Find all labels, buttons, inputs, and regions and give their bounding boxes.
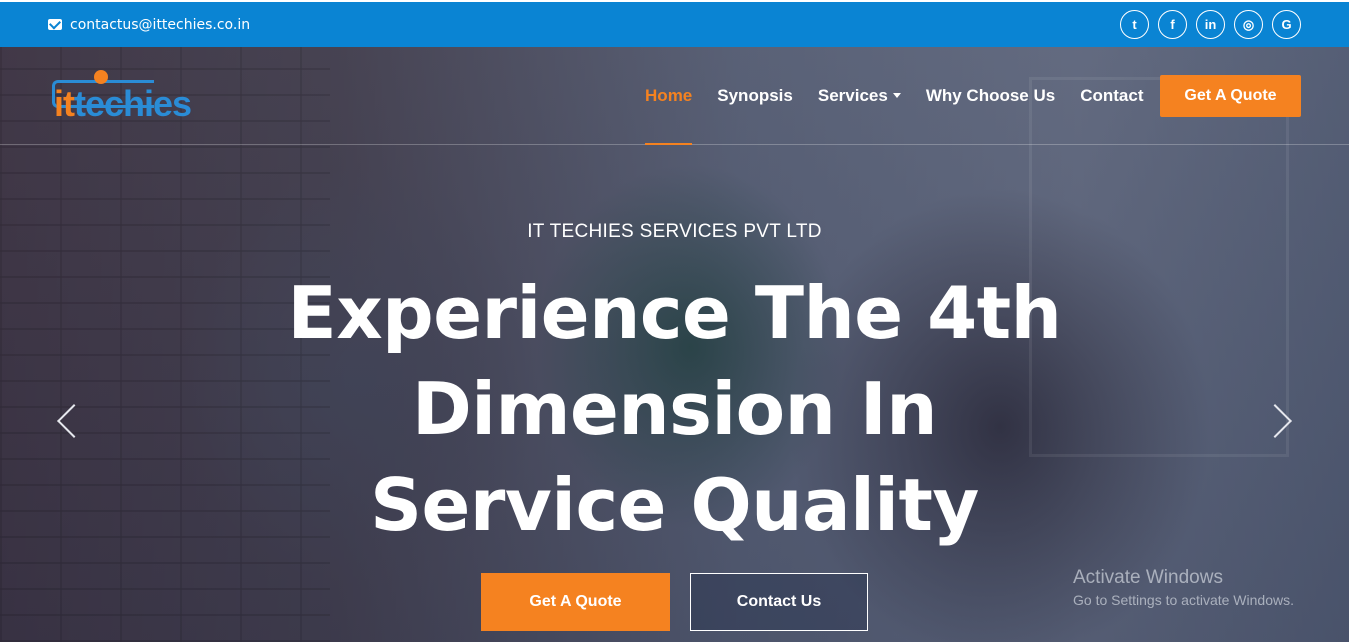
- contact-email-text[interactable]: contactus@ittechies.co.in: [70, 17, 250, 33]
- nav-services[interactable]: Services: [805, 47, 913, 145]
- nav-menu: Home Synopsis Services Why Choose Us Con…: [633, 47, 1301, 145]
- envelope-icon: [48, 19, 62, 30]
- get-quote-button[interactable]: Get A Quote: [481, 573, 670, 631]
- logo-it: it: [54, 82, 75, 124]
- nav-why-choose-us[interactable]: Why Choose Us: [913, 47, 1067, 145]
- linkedin-icon[interactable]: in: [1196, 10, 1225, 39]
- get-quote-nav-button[interactable]: Get A Quote: [1160, 74, 1301, 117]
- logo-techies: techies: [74, 82, 192, 124]
- watermark-title: Activate Windows: [1073, 567, 1223, 588]
- main-navbar: ittechies Home Synopsis Services Why Cho…: [0, 47, 1349, 145]
- hero-carousel: ittechies Home Synopsis Services Why Cho…: [0, 47, 1349, 642]
- top-bar: contactus@ittechies.co.in t f in ◎ G: [0, 0, 1349, 47]
- nav-synopsis[interactable]: Synopsis: [705, 47, 806, 145]
- social-links: t f in ◎ G: [1120, 10, 1301, 39]
- nav-services-label: Services: [817, 85, 888, 105]
- logo-text: ittechies: [52, 67, 192, 125]
- watermark-subtitle: Go to Settings to activate Windows.: [1073, 592, 1294, 608]
- company-name: IT TECHIES SERVICES PVT LTD: [527, 221, 822, 242]
- windows-activation-watermark: Activate Windows Go to Settings to activ…: [1073, 567, 1294, 608]
- nav-home[interactable]: Home: [633, 47, 705, 145]
- instagram-icon[interactable]: ◎: [1234, 10, 1263, 39]
- contact-us-button[interactable]: Contact Us: [690, 573, 868, 631]
- google-icon[interactable]: G: [1272, 10, 1301, 39]
- caret-down-icon: [892, 93, 901, 98]
- hero-caption: IT TECHIES SERVICES PVT LTD Experience T…: [0, 221, 1349, 553]
- hero-headline: Experience The 4th Dimension In Service …: [287, 271, 1062, 547]
- nav-contact[interactable]: Contact: [1068, 47, 1156, 145]
- contact-email[interactable]: contactus@ittechies.co.in: [48, 17, 250, 33]
- twitter-icon[interactable]: t: [1120, 10, 1149, 39]
- facebook-icon[interactable]: f: [1158, 10, 1187, 39]
- site-logo[interactable]: ittechies: [52, 66, 192, 126]
